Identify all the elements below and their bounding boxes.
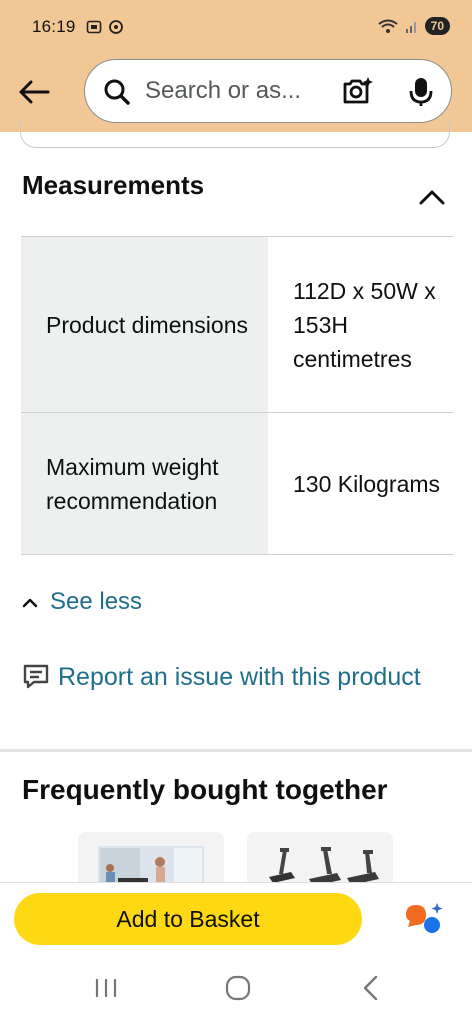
status-time: 16:19 bbox=[32, 17, 76, 36]
section-title: Measurements bbox=[22, 170, 205, 200]
row-value: 112D x 50W x 153H centimetres bbox=[293, 277, 436, 372]
settings-status-icon bbox=[109, 20, 123, 34]
home-icon[interactable] bbox=[225, 975, 251, 1001]
screenshot-icon bbox=[86, 20, 102, 34]
previous-section-edge bbox=[20, 120, 450, 148]
measurements-table: Product dimensions 112D x 50W x 153H cen… bbox=[21, 236, 454, 555]
signal-icon bbox=[405, 22, 416, 33]
microphone-icon[interactable] bbox=[407, 76, 435, 108]
table-row: Maximum weight recommendation 130 Kilogr… bbox=[21, 413, 454, 555]
section-divider bbox=[0, 749, 472, 752]
rufus-assistant-icon[interactable] bbox=[402, 901, 446, 937]
search-icon bbox=[104, 79, 130, 105]
back-button[interactable] bbox=[16, 74, 52, 110]
row-value: 130 Kilograms bbox=[293, 470, 441, 497]
chevron-up-icon[interactable] bbox=[418, 188, 446, 206]
recent-apps-icon[interactable] bbox=[93, 976, 119, 1000]
battery-icon: 70 bbox=[424, 17, 450, 35]
system-navigation-bar bbox=[0, 952, 472, 1024]
report-icon bbox=[23, 664, 49, 689]
table-row: Product dimensions 112D x 50W x 153H cen… bbox=[21, 237, 454, 413]
arrow-left-icon bbox=[19, 80, 50, 104]
status-system-icons: 70 bbox=[377, 17, 450, 35]
see-less-link[interactable]: See less bbox=[22, 588, 142, 616]
bottom-action-bar: Add to Basket bbox=[0, 882, 472, 952]
see-less-label: See less bbox=[50, 588, 143, 615]
chevron-up-icon bbox=[22, 598, 38, 608]
camera-search-icon[interactable] bbox=[341, 75, 373, 107]
row-label: Maximum weight recommendation bbox=[21, 413, 268, 554]
search-bar[interactable] bbox=[84, 59, 452, 123]
add-to-basket-button[interactable]: Add to Basket bbox=[14, 893, 362, 945]
status-notification-icons bbox=[86, 19, 124, 35]
report-issue-link[interactable]: Report an issue with this product bbox=[22, 660, 422, 695]
frequently-bought-title: Frequently bought together bbox=[22, 774, 388, 805]
row-label: Product dimensions bbox=[21, 237, 268, 412]
wifi-icon bbox=[378, 19, 398, 33]
search-input[interactable] bbox=[145, 70, 335, 112]
report-issue-label: Report an issue with this product bbox=[58, 663, 421, 691]
status-bar: 16:19 70 bbox=[0, 0, 472, 56]
back-nav-icon[interactable] bbox=[361, 974, 381, 1002]
